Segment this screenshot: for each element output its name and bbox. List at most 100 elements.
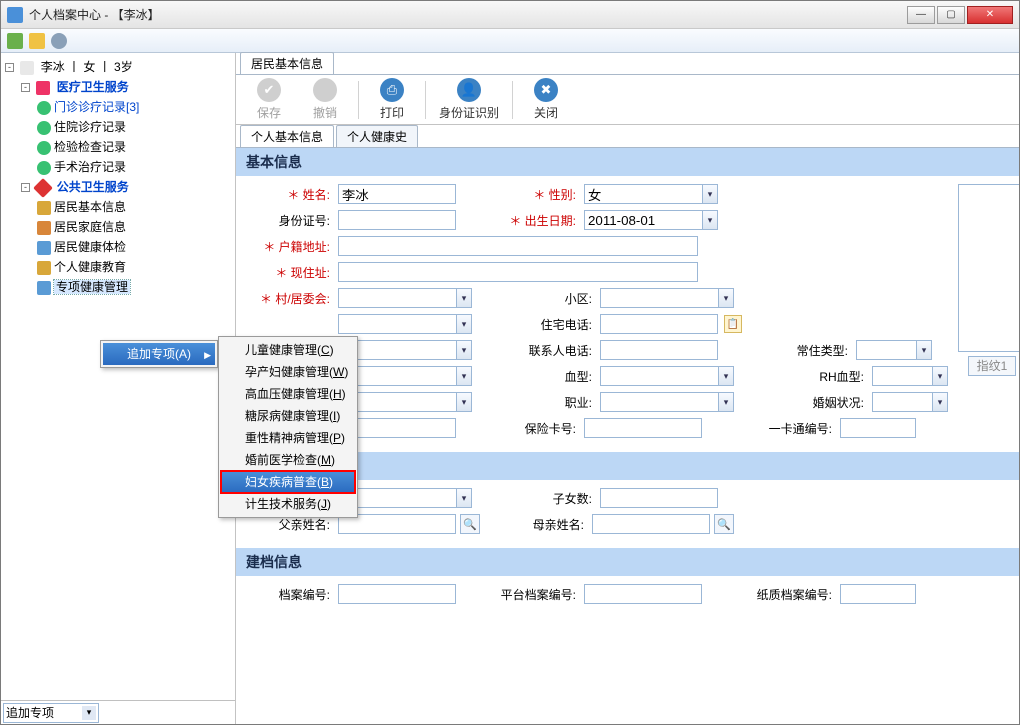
- save-icon: ✔: [257, 78, 281, 102]
- window-title: 个人档案中心 - 【李冰】: [29, 6, 907, 23]
- separator: [358, 81, 359, 119]
- submenu-item-6[interactable]: 妇女疾病普查(B): [221, 471, 355, 493]
- tree-item-pub-2[interactable]: 居民健康体检: [37, 237, 233, 257]
- blood-select[interactable]: ▾: [600, 366, 734, 386]
- main-toolbar: ✔保存 撤销 ⎙打印 👤身份证识别 ✖关闭: [236, 75, 1019, 125]
- tree-item-pub-3[interactable]: 个人健康教育: [37, 257, 233, 277]
- submenu-item-0[interactable]: 儿童健康管理(C): [221, 339, 355, 361]
- copy-icon[interactable]: 📋: [724, 315, 742, 333]
- chevron-down-icon: ▾: [702, 210, 718, 230]
- print-button[interactable]: ⎙打印: [369, 78, 415, 121]
- insure-field[interactable]: [584, 418, 702, 438]
- lbl-platfile: 平台档案编号:: [460, 586, 580, 603]
- unk-select[interactable]: ▾: [338, 314, 472, 334]
- huji-field[interactable]: [338, 236, 698, 256]
- fingerprint-icon[interactable]: [51, 33, 67, 49]
- lbl-fileno: 档案编号:: [246, 586, 334, 603]
- chevron-down-icon: ▾: [82, 706, 96, 720]
- gender-select[interactable]: ▾: [584, 184, 718, 204]
- submenu-item-1[interactable]: 孕产妇健康管理(W): [221, 361, 355, 383]
- tree-label: 住院诊疗记录: [54, 120, 126, 134]
- fileno-field[interactable]: [338, 584, 456, 604]
- card-icon[interactable]: [29, 33, 45, 49]
- contacttel-field[interactable]: [600, 340, 718, 360]
- tab-resident-basic[interactable]: 居民基本信息: [240, 52, 334, 74]
- separator: [512, 81, 513, 119]
- unk2-select[interactable]: ▾: [338, 340, 472, 360]
- lbl-cardno: 一卡通编号:: [706, 420, 836, 437]
- menu-item-append-special[interactable]: 追加专项(A) ▶: [103, 343, 215, 365]
- tab-health-history[interactable]: 个人健康史: [336, 125, 418, 147]
- item-icon: [37, 241, 51, 255]
- collapse-icon[interactable]: -: [21, 183, 30, 192]
- birth-date[interactable]: ▾: [584, 210, 718, 230]
- bullet-icon: [37, 121, 51, 135]
- paperfile-field[interactable]: [840, 584, 916, 604]
- curr-field[interactable]: [338, 262, 698, 282]
- rel-select[interactable]: ▾: [338, 488, 472, 508]
- collapse-icon[interactable]: -: [5, 63, 14, 72]
- hometel-field[interactable]: [600, 314, 718, 334]
- tree-item-pub-0[interactable]: 居民基本信息: [37, 197, 233, 217]
- chevron-down-icon: ▾: [718, 288, 734, 308]
- rh-select[interactable]: ▾: [872, 366, 948, 386]
- close-button[interactable]: ✕: [967, 6, 1013, 24]
- append-special-combo[interactable]: 追加专项 ▾: [3, 703, 99, 723]
- context-submenu-special: 儿童健康管理(C)孕产妇健康管理(W)高血压健康管理(H)糖尿病健康管理(I)重…: [218, 336, 358, 518]
- top-tabs: 居民基本信息: [236, 53, 1019, 75]
- tree-item-pub-4[interactable]: 专项健康管理: [37, 277, 233, 297]
- cardno-field[interactable]: [840, 418, 916, 438]
- block-select[interactable]: ▾: [600, 288, 734, 308]
- maximize-button[interactable]: ▢: [937, 6, 965, 24]
- idcard-button[interactable]: 👤身份证识别: [436, 78, 502, 121]
- resident-type-select[interactable]: ▾: [856, 340, 932, 360]
- submenu-item-7[interactable]: 计生技术服务(J): [221, 493, 355, 515]
- search-icon[interactable]: 🔍: [714, 514, 734, 534]
- chevron-down-icon: ▾: [456, 314, 472, 334]
- idno-field[interactable]: [338, 210, 456, 230]
- tree-public[interactable]: - 公共卫生服务 居民基本信息居民家庭信息居民健康体检个人健康教育专项健康管理: [21, 177, 233, 297]
- search-icon[interactable]: 🔍: [460, 514, 480, 534]
- lbl-idno: 身份证号:: [246, 212, 334, 229]
- close-tab-button[interactable]: ✖关闭: [523, 78, 569, 121]
- lbl-name: ＊ 姓名:: [246, 186, 334, 203]
- med-label: 医疗卫生服务: [57, 80, 129, 94]
- tab-personal-basic[interactable]: 个人基本信息: [240, 125, 334, 147]
- lbl-curr: ＊ 现住址:: [246, 264, 334, 281]
- close-icon: ✖: [534, 78, 558, 102]
- collapse-icon[interactable]: -: [21, 83, 30, 92]
- submenu-item-4[interactable]: 重性精神病管理(P): [221, 427, 355, 449]
- tree-root[interactable]: - 李冰 丨 女 丨 3岁 - 医疗卫生服务 门诊诊疗记录[3]住院诊疗记录检验…: [5, 57, 233, 297]
- platfile-field[interactable]: [584, 584, 702, 604]
- marriage-select[interactable]: ▾: [872, 392, 948, 412]
- section-filing: 建档信息: [236, 548, 1019, 576]
- tree-item-pub-1[interactable]: 居民家庭信息: [37, 217, 233, 237]
- unk3-select[interactable]: ▾: [338, 366, 472, 386]
- submenu-item-2[interactable]: 高血压健康管理(H): [221, 383, 355, 405]
- fingerprint1-button[interactable]: 指纹1: [968, 356, 1016, 376]
- tree-item-med-2[interactable]: 检验检查记录: [37, 137, 233, 157]
- job-select[interactable]: ▾: [600, 392, 734, 412]
- tree-item-med-1[interactable]: 住院诊疗记录: [37, 117, 233, 137]
- idcard-icon: 👤: [457, 78, 481, 102]
- village-select[interactable]: ▾: [338, 288, 472, 308]
- lbl-children: 子女数:: [476, 490, 596, 507]
- lbl-block: 小区:: [476, 290, 596, 307]
- user-icon[interactable]: [7, 33, 23, 49]
- tree-medical[interactable]: - 医疗卫生服务 门诊诊疗记录[3] 住院诊疗记录检验检查记录手术治疗记录: [21, 77, 233, 177]
- nav-tree: - 李冰 丨 女 丨 3岁 - 医疗卫生服务 门诊诊疗记录[3]住院诊疗记录检验…: [1, 53, 235, 700]
- minimize-button[interactable]: —: [907, 6, 935, 24]
- edu-select[interactable]: ▾: [338, 392, 472, 412]
- submenu-item-5[interactable]: 婚前医学检查(M): [221, 449, 355, 471]
- tree-item-med-0[interactable]: 门诊诊疗记录[3]: [37, 97, 233, 117]
- submenu-item-3[interactable]: 糖尿病健康管理(I): [221, 405, 355, 427]
- lbl-village: ＊ 村/居委会:: [246, 290, 334, 307]
- tree-item-med-3[interactable]: 手术治疗记录: [37, 157, 233, 177]
- item-icon: [37, 261, 51, 275]
- photo-box[interactable]: ▾: [958, 184, 1019, 352]
- name-field[interactable]: [338, 184, 456, 204]
- lbl-father: 父亲姓名:: [246, 516, 334, 533]
- children-field[interactable]: [600, 488, 718, 508]
- mother-field[interactable]: [592, 514, 710, 534]
- app-icon: [7, 7, 23, 23]
